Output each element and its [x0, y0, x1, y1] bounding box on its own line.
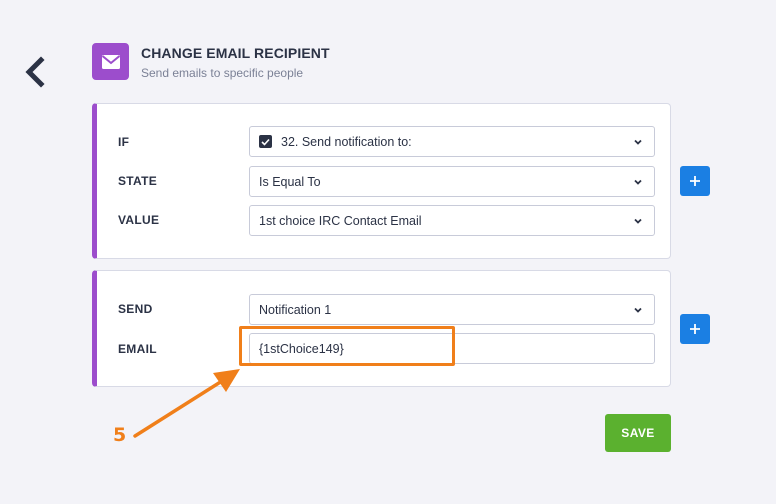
- value-label: VALUE: [118, 213, 160, 227]
- send-select-value: Notification 1: [259, 302, 332, 317]
- condition-card: IF 32. Send notification to: STATE Is Eq…: [92, 103, 671, 259]
- highlight-box: [239, 326, 455, 366]
- add-condition-button[interactable]: [680, 166, 710, 196]
- state-label: STATE: [118, 174, 158, 188]
- plus-icon: [690, 324, 700, 334]
- value-select[interactable]: 1st choice IRC Contact Email: [249, 205, 655, 236]
- back-button[interactable]: [22, 56, 50, 88]
- envelope-icon: [92, 43, 129, 80]
- add-action-button[interactable]: [680, 314, 710, 344]
- page-subtitle: Send emails to specific people: [141, 66, 304, 80]
- send-select[interactable]: Notification 1: [249, 294, 655, 325]
- if-label: IF: [118, 135, 130, 149]
- email-label: EMAIL: [118, 342, 157, 356]
- chevron-down-icon: [634, 307, 642, 313]
- checkbox-icon: [259, 135, 272, 148]
- step-number: 5: [113, 424, 127, 446]
- chevron-down-icon: [634, 139, 642, 145]
- value-select-value: 1st choice IRC Contact Email: [259, 213, 422, 228]
- send-label: SEND: [118, 302, 153, 316]
- page-title: CHANGE EMAIL RECIPIENT: [141, 45, 330, 61]
- chevron-down-icon: [634, 218, 642, 224]
- if-select-value: 32. Send notification to:: [281, 134, 412, 149]
- chevron-down-icon: [634, 179, 642, 185]
- save-button[interactable]: SAVE: [605, 414, 671, 452]
- state-select[interactable]: Is Equal To: [249, 166, 655, 197]
- if-select[interactable]: 32. Send notification to:: [249, 126, 655, 157]
- plus-icon: [690, 176, 700, 186]
- state-select-value: Is Equal To: [259, 174, 321, 189]
- chevron-left-icon: [25, 56, 45, 88]
